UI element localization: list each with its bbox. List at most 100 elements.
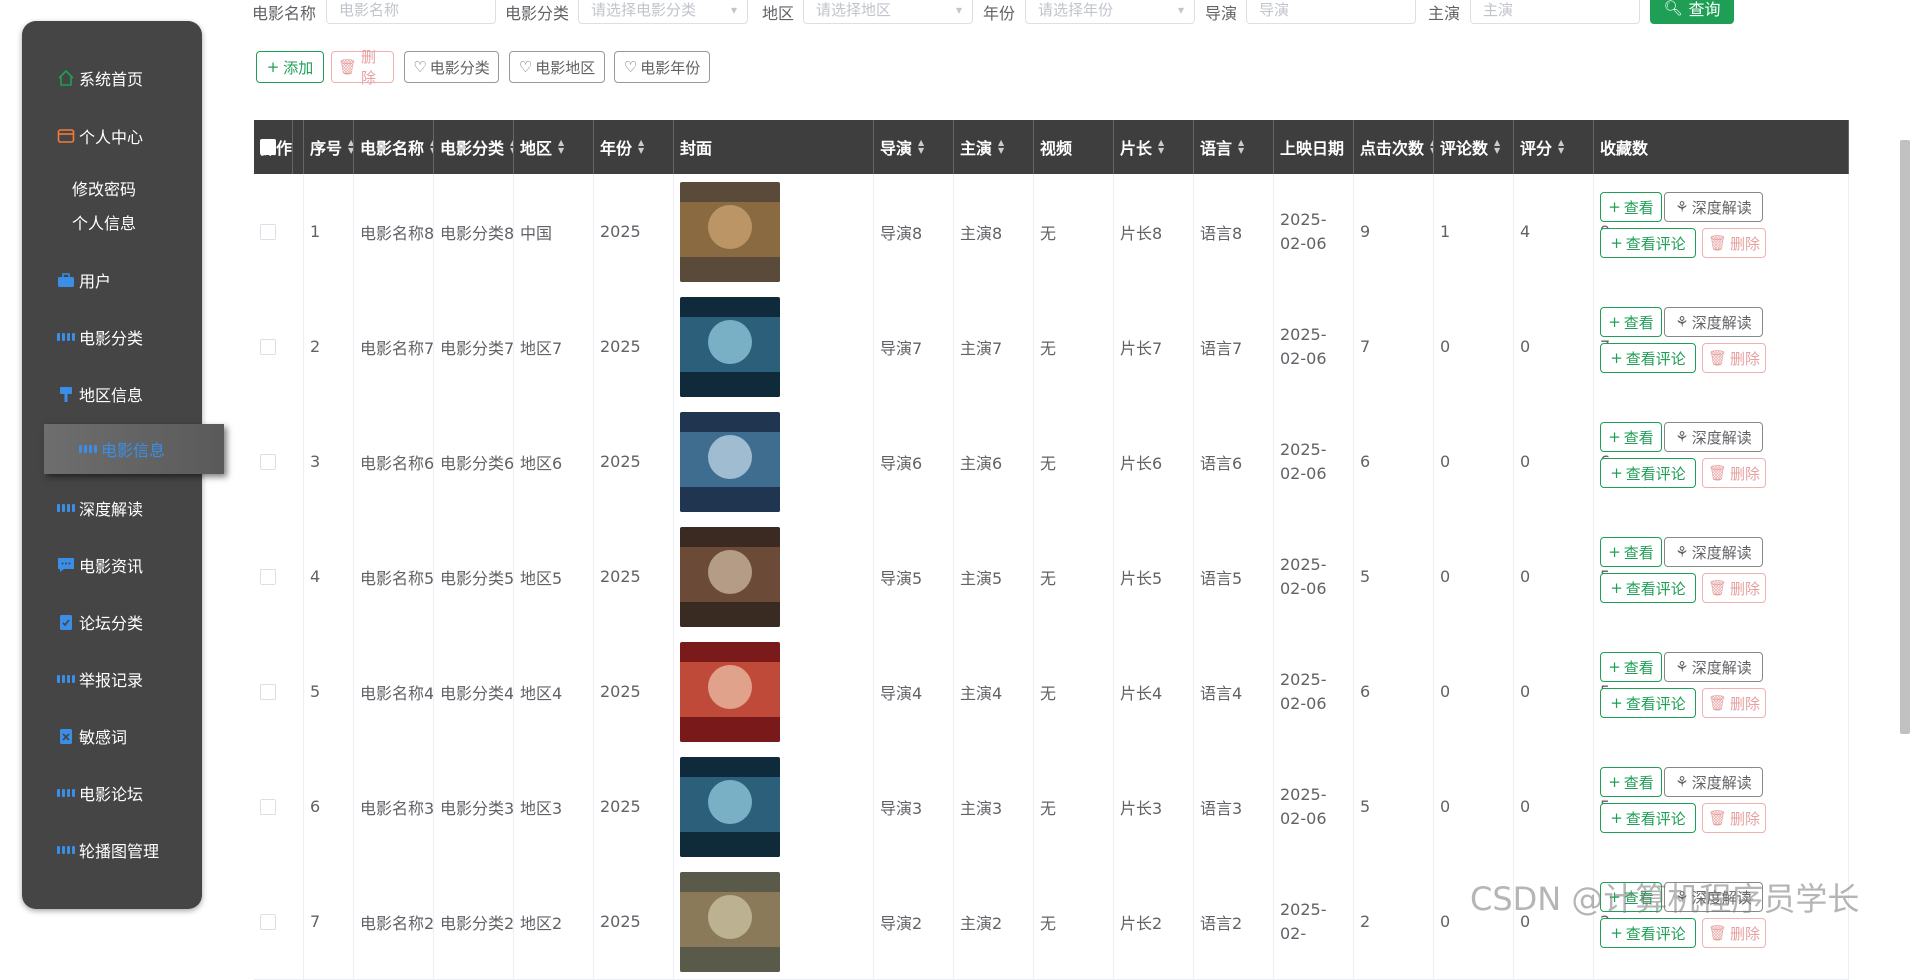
- sort-caret-icon[interactable]: ▲▼: [998, 139, 1004, 155]
- row-checkbox[interactable]: [260, 338, 276, 355]
- column-header[interactable]: 序号 ▲ ▼: [304, 120, 354, 174]
- search-region-select[interactable]: 请选择地区 ▾: [803, 0, 973, 24]
- sort-caret-icon[interactable]: ▲▼: [918, 139, 924, 155]
- search-name-input[interactable]: 电影名称: [326, 0, 496, 24]
- sort-caret-icon[interactable]: ▲▼: [558, 139, 564, 155]
- row-checkbox[interactable]: [260, 568, 276, 585]
- view-comments-button[interactable]: + 查看评论: [1600, 458, 1696, 488]
- column-header[interactable]: 片长 ▲ ▼: [1114, 120, 1194, 174]
- deep-reading-button[interactable]: ⚘ 深度解读: [1664, 537, 1763, 567]
- row-checkbox[interactable]: [260, 453, 276, 470]
- stats-year-button[interactable]: ♡ 电影年份: [614, 51, 710, 83]
- table-cell: 导演4: [874, 634, 954, 749]
- table-cell: [674, 289, 874, 404]
- sidebar-item-reports[interactable]: 举报记录: [22, 654, 202, 704]
- stats-region-button[interactable]: ♡ 电影地区: [509, 51, 605, 83]
- row-checkbox[interactable]: [260, 683, 276, 700]
- search-button[interactable]: 🔍︎ 查询: [1650, 0, 1734, 24]
- delete-row-button[interactable]: 🗑︎ 删除: [1702, 228, 1766, 258]
- sidebar-item-deep-reading[interactable]: 深度解读: [22, 483, 202, 533]
- sort-caret-icon[interactable]: ▲▼: [1158, 139, 1164, 155]
- stats-category-button[interactable]: ♡ 电影分类: [404, 51, 499, 83]
- view-button[interactable]: + 查看: [1600, 192, 1662, 222]
- search-actor-input[interactable]: 主演: [1470, 0, 1640, 24]
- view-comments-button[interactable]: + 查看评论: [1600, 918, 1696, 948]
- column-header[interactable]: 地区 ▲ ▼: [514, 120, 594, 174]
- table-cell: 主演2: [954, 864, 1034, 979]
- sort-caret-icon[interactable]: ▲▼: [1494, 139, 1500, 155]
- view-button[interactable]: + 查看: [1600, 652, 1662, 682]
- view-comments-button[interactable]: + 查看评论: [1600, 688, 1696, 718]
- sidebar-item-movie-info[interactable]: 电影信息: [44, 424, 224, 474]
- column-header[interactable]: 电影分类▲▼: [434, 120, 514, 174]
- delete-row-button[interactable]: 🗑︎ 删除: [1702, 803, 1766, 833]
- view-button[interactable]: + 查看: [1600, 422, 1662, 452]
- view-comments-button[interactable]: + 查看评论: [1600, 228, 1696, 258]
- column-header[interactable]: 评分 ▲ ▼: [1514, 120, 1594, 174]
- grid-icon: [57, 670, 75, 688]
- search-director-input[interactable]: 导演: [1246, 0, 1416, 24]
- delete-row-button[interactable]: 🗑︎ 删除: [1702, 918, 1766, 948]
- sort-caret-icon[interactable]: ▲▼: [1558, 139, 1564, 155]
- deep-reading-button[interactable]: ⚘ 深度解读: [1664, 652, 1763, 682]
- sidebar-subitem-password[interactable]: 修改密码: [72, 176, 136, 200]
- table-cell: 电影名称8: [354, 174, 434, 289]
- sidebar-item-movie-category[interactable]: 电影分类: [22, 312, 202, 362]
- sidebar-item-home[interactable]: 系统首页: [22, 53, 202, 103]
- deep-reading-button[interactable]: ⚘ 深度解读: [1664, 192, 1763, 222]
- table-cell: 2025-02-06: [1274, 749, 1354, 864]
- sidebar-subitem-profile[interactable]: 个人信息: [72, 210, 136, 234]
- deep-reading-button[interactable]: ⚘ 深度解读: [1664, 307, 1763, 337]
- search-year-select[interactable]: 请选择年份 ▾: [1025, 0, 1195, 24]
- delete-row-button[interactable]: 🗑︎ 删除: [1702, 688, 1766, 718]
- sidebar-item-forum[interactable]: 电影论坛: [22, 768, 202, 818]
- search-year-label: 年份: [983, 4, 1016, 23]
- sort-caret-icon[interactable]: ▲▼: [638, 139, 644, 155]
- row-checkbox[interactable]: [260, 223, 276, 240]
- view-button[interactable]: + 查看: [1600, 537, 1662, 567]
- column-header[interactable]: 评论数 ▲ ▼: [1434, 120, 1514, 174]
- column-header[interactable]: 电影名称▲▼: [354, 120, 434, 174]
- sidebar-item-sensitive-words[interactable]: 敏感词: [22, 711, 202, 761]
- add-button[interactable]: + 添加: [256, 51, 324, 83]
- column-header[interactable]: 主演 ▲ ▼: [954, 120, 1034, 174]
- sidebar-item-carousel[interactable]: 轮播图管理: [22, 825, 202, 875]
- cell-value: 语言2: [1200, 913, 1243, 933]
- sort-caret-icon[interactable]: ▲▼: [1238, 139, 1244, 155]
- column-header[interactable]: 语言 ▲ ▼: [1194, 120, 1274, 174]
- delete-row-button[interactable]: 🗑︎ 删除: [1702, 458, 1766, 488]
- view-comments-button[interactable]: + 查看评论: [1600, 573, 1696, 603]
- column-header[interactable]: 点击次数▲▼: [1354, 120, 1434, 174]
- table-cell: 2025-02-06: [1274, 289, 1354, 404]
- sidebar-item-label: 系统首页: [79, 70, 144, 89]
- deep-reading-button[interactable]: ⚘ 深度解读: [1664, 422, 1763, 452]
- view-comments-button[interactable]: + 查看评论: [1600, 343, 1696, 373]
- column-header-label: 地区: [520, 139, 553, 158]
- delete-row-button[interactable]: 🗑︎ 删除: [1702, 343, 1766, 373]
- search-category-select[interactable]: 请选择电影分类 ▾: [578, 0, 748, 24]
- scrollbar[interactable]: [1900, 140, 1910, 734]
- column-header[interactable]: 年份 ▲ ▼: [594, 120, 674, 174]
- table-cell: 0: [1514, 519, 1594, 634]
- column-header[interactable]: 导演 ▲ ▼: [874, 120, 954, 174]
- deep-reading-button[interactable]: ⚘ 深度解读: [1664, 767, 1763, 797]
- sidebar-item-region[interactable]: 地区信息: [22, 369, 202, 419]
- view-button[interactable]: + 查看: [1600, 767, 1662, 797]
- column-header-label: 序号: [310, 139, 343, 158]
- table-cell: 2025-02-06: [1274, 174, 1354, 289]
- view-comments-button[interactable]: + 查看评论: [1600, 803, 1696, 833]
- column-header: 收藏数: [1594, 120, 1849, 174]
- row-checkbox[interactable]: [260, 913, 276, 930]
- delete-row-button[interactable]: 🗑︎ 删除: [1702, 573, 1766, 603]
- view-button[interactable]: + 查看: [1600, 307, 1662, 337]
- sidebar-item-news[interactable]: 电影资讯: [22, 540, 202, 590]
- table-cell: 片长5: [1114, 519, 1194, 634]
- table-cell: 0: [1434, 289, 1514, 404]
- share-icon: ⚘: [1675, 543, 1689, 561]
- delete-button[interactable]: 🗑︎ 删除: [331, 48, 394, 87]
- sidebar-item-user[interactable]: 用户: [22, 255, 202, 305]
- sidebar-item-forum-category[interactable]: 论坛分类: [22, 597, 202, 647]
- cell-value: 片长4: [1120, 683, 1163, 703]
- sidebar-item-personal[interactable]: 个人中心: [22, 111, 202, 161]
- row-checkbox[interactable]: [260, 798, 276, 815]
